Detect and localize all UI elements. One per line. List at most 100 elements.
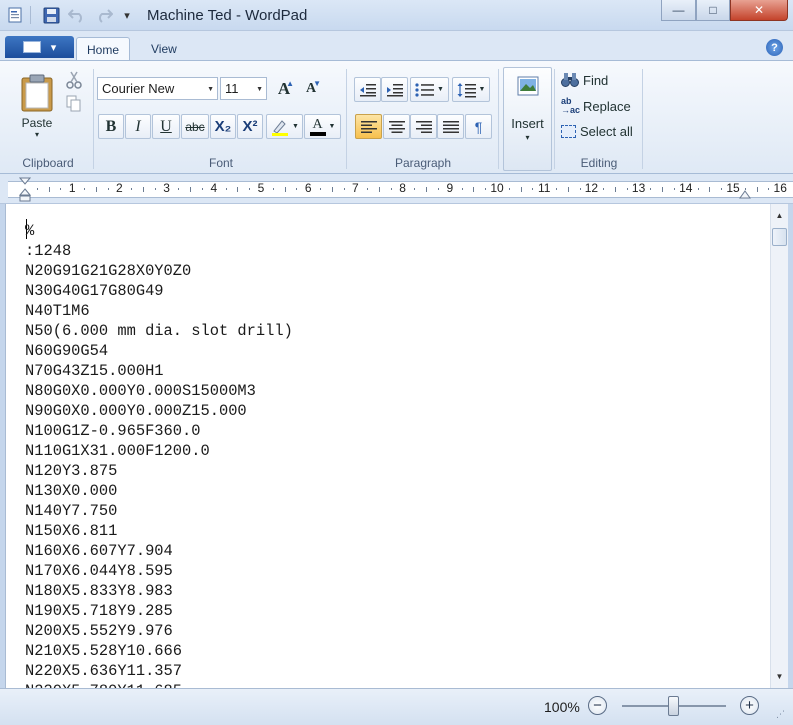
scroll-thumb[interactable] bbox=[772, 228, 787, 246]
document-line[interactable]: N80G0X0.000Y0.000S15000M3 bbox=[25, 381, 293, 401]
superscript-button[interactable]: X² bbox=[237, 114, 263, 139]
binoculars-icon bbox=[561, 73, 579, 87]
italic-button[interactable]: I bbox=[125, 114, 151, 139]
ruler-number: 15 bbox=[726, 181, 740, 195]
document-line[interactable]: % bbox=[25, 221, 293, 241]
document-line[interactable]: N130X0.000 bbox=[25, 481, 293, 501]
ruler-number: 9 bbox=[446, 181, 454, 195]
tab-view[interactable]: View bbox=[141, 37, 187, 61]
document-line[interactable]: N160X6.607Y7.904 bbox=[25, 541, 293, 561]
ruler-tick bbox=[60, 188, 62, 190]
chevron-down-icon: ▾ bbox=[34, 130, 39, 139]
align-left-button[interactable] bbox=[355, 114, 382, 139]
maximize-button[interactable]: □ bbox=[696, 0, 730, 21]
chevron-down-icon: ▾ bbox=[50, 41, 57, 54]
document-line[interactable]: N90G0X0.000Y0.000Z15.000 bbox=[25, 401, 293, 421]
group-separator bbox=[554, 69, 555, 169]
scroll-up-arrow-icon[interactable]: ▲ bbox=[771, 207, 788, 224]
document-line[interactable]: N200X5.552Y9.976 bbox=[25, 621, 293, 641]
redo-icon[interactable] bbox=[94, 5, 114, 25]
find-button[interactable]: Find bbox=[560, 70, 630, 90]
status-bar: 100% − + ⋰ bbox=[0, 688, 793, 725]
resize-grip-icon[interactable]: ⋰ bbox=[776, 709, 786, 720]
document-line[interactable]: N70G43Z15.000H1 bbox=[25, 361, 293, 381]
strikethrough-button[interactable]: abc bbox=[181, 114, 209, 139]
document-text[interactable]: %:1248 N20G91G21G28X0Y0Z0 N30G40G17G80G49 N… bbox=[25, 221, 293, 688]
ruler-tick bbox=[48, 186, 50, 192]
ruler-tick bbox=[697, 188, 699, 190]
underline-button[interactable]: U bbox=[152, 114, 180, 139]
ruler-number: 1 bbox=[68, 181, 76, 195]
ruler-number: 4 bbox=[210, 181, 218, 195]
copy-button[interactable] bbox=[63, 93, 85, 115]
bullet-list-button[interactable]: ▼ bbox=[410, 77, 449, 102]
document-line[interactable]: :1248 bbox=[25, 241, 293, 261]
vertical-scrollbar[interactable]: ▲ ▼ bbox=[770, 204, 788, 688]
document-line[interactable]: N210X5.528Y10.666 bbox=[25, 641, 293, 661]
scissors-icon bbox=[66, 71, 82, 89]
document-line[interactable]: N140Y7.750 bbox=[25, 501, 293, 521]
replace-button[interactable]: ab →ac Replace bbox=[560, 95, 640, 117]
document-line[interactable]: N180X5.833Y8.983 bbox=[25, 581, 293, 601]
document-editor[interactable]: %:1248 N20G91G21G28X0Y0Z0 N30G40G17G80G49 N… bbox=[5, 204, 770, 688]
align-center-button[interactable] bbox=[383, 114, 410, 139]
zoom-in-button[interactable]: + bbox=[740, 696, 759, 715]
ribbon-tab-strip: ▾ Home View ? bbox=[0, 31, 793, 61]
document-line[interactable]: N100G1Z-0.965F360.0 bbox=[25, 421, 293, 441]
text-color-button[interactable]: A ▼ bbox=[304, 114, 341, 139]
document-line[interactable]: N230X5.789Y11.685 bbox=[25, 681, 293, 688]
document-line[interactable]: N220X5.636Y11.357 bbox=[25, 661, 293, 681]
application-menu-button[interactable]: ▾ bbox=[5, 36, 74, 58]
grow-font-button[interactable]: A ▲ bbox=[272, 77, 296, 101]
close-button[interactable]: ✕ bbox=[730, 0, 788, 21]
document-line[interactable]: N60G90G54 bbox=[25, 341, 293, 361]
document-line[interactable]: N190X5.718Y9.285 bbox=[25, 601, 293, 621]
zoom-out-button[interactable]: − bbox=[588, 696, 607, 715]
help-icon[interactable]: ? bbox=[766, 39, 783, 56]
insert-label: Insert bbox=[511, 116, 544, 131]
shrink-font-button[interactable]: A ▼ bbox=[299, 77, 323, 101]
highlight-color-button[interactable]: ▼ bbox=[266, 114, 303, 139]
tab-home[interactable]: Home bbox=[76, 37, 131, 61]
align-right-button[interactable] bbox=[410, 114, 437, 139]
ruler-number: 7 bbox=[352, 181, 359, 195]
document-line[interactable]: N170X6.044Y8.595 bbox=[25, 561, 293, 581]
document-line[interactable]: N30G40G17G80G49 bbox=[25, 281, 293, 301]
right-indent-marker[interactable] bbox=[739, 189, 751, 199]
save-icon[interactable] bbox=[41, 5, 61, 25]
select-all-button[interactable]: Select all bbox=[560, 121, 640, 141]
subscript-button[interactable]: X₂ bbox=[210, 114, 236, 139]
ruler-tick bbox=[485, 188, 487, 190]
paste-button[interactable]: Paste ▾ bbox=[14, 67, 60, 145]
zoom-slider-thumb[interactable] bbox=[668, 696, 679, 716]
cut-button[interactable] bbox=[63, 69, 85, 91]
document-line[interactable]: N110G1X31.000F1200.0 bbox=[25, 441, 293, 461]
paragraph-settings-button[interactable]: ¶ bbox=[465, 114, 492, 139]
scroll-down-arrow-icon[interactable]: ▼ bbox=[771, 668, 788, 685]
undo-icon[interactable] bbox=[67, 5, 87, 25]
document-line[interactable]: N150X6.811 bbox=[25, 521, 293, 541]
indent-marker[interactable] bbox=[18, 177, 32, 202]
document-line[interactable]: N20G91G21G28X0Y0Z0 bbox=[25, 261, 293, 281]
text-color-label: A bbox=[312, 116, 323, 132]
paragraph-icon: ¶ bbox=[474, 118, 483, 135]
increase-indent-button[interactable] bbox=[381, 77, 408, 102]
decrease-indent-button[interactable] bbox=[354, 77, 381, 102]
ruler[interactable]: 1 2 3 4 5 6 7 8 9 10 11 12 13 14 15 16 bbox=[0, 174, 793, 204]
justify-button[interactable] bbox=[437, 114, 464, 139]
ruler-tick bbox=[225, 188, 227, 190]
bold-button[interactable]: B bbox=[98, 114, 124, 139]
chevron-down-icon: ▼ bbox=[437, 86, 444, 93]
document-line[interactable]: N40T1M6 bbox=[25, 301, 293, 321]
minimize-button[interactable]: — bbox=[661, 0, 696, 21]
customize-quick-access-chevron-down-icon[interactable]: ▾ bbox=[117, 5, 137, 25]
wordpad-icon[interactable] bbox=[5, 5, 25, 25]
title-bar: ▾ Machine Ted - WordPad — □ ✕ bbox=[0, 0, 793, 31]
font-family-select[interactable]: Courier New ▼ bbox=[97, 77, 218, 100]
document-line[interactable]: N50(6.000 mm dia. slot drill) bbox=[25, 321, 293, 341]
line-spacing-button[interactable]: ▼ bbox=[452, 77, 490, 102]
insert-button[interactable]: Insert ▾ bbox=[503, 67, 552, 171]
ruler-tick bbox=[508, 188, 510, 190]
font-size-select[interactable]: 11 ▼ bbox=[220, 77, 267, 100]
document-line[interactable]: N120Y3.875 bbox=[25, 461, 293, 481]
